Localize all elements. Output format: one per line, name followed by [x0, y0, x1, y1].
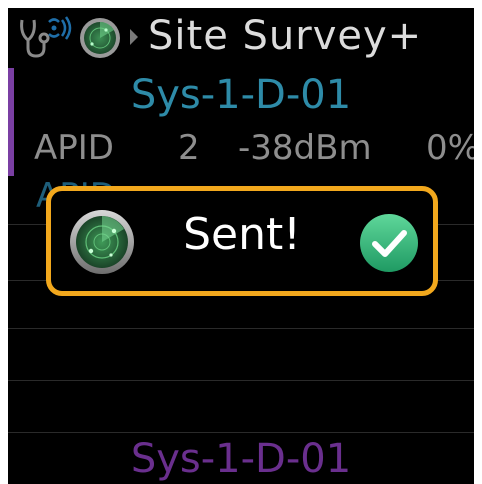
signal-strength: -38dBm	[238, 128, 372, 168]
list-divider	[8, 432, 474, 433]
sent-toast: Sent!	[46, 186, 438, 296]
apid-number: 2	[178, 128, 200, 168]
chevron-right-icon	[130, 29, 138, 45]
header-bar: Site Survey+	[8, 8, 474, 66]
screen-title: Site Survey+	[148, 13, 423, 59]
stethoscope-wifi-icon	[20, 16, 72, 58]
apid-label: APID	[34, 128, 114, 168]
device-screen: Site Survey+ Sys-1-D-01 APID 2 -38dBm 0%…	[8, 8, 474, 484]
check-icon	[360, 214, 418, 272]
list-divider	[8, 328, 474, 329]
signal-percent: 0%	[426, 128, 474, 168]
radar-icon	[80, 18, 120, 58]
list-item-title[interactable]: Sys-1-D-01	[8, 72, 474, 118]
list-item-title-bottom[interactable]: Sys-1-D-01	[8, 436, 474, 482]
list-divider	[8, 380, 474, 381]
